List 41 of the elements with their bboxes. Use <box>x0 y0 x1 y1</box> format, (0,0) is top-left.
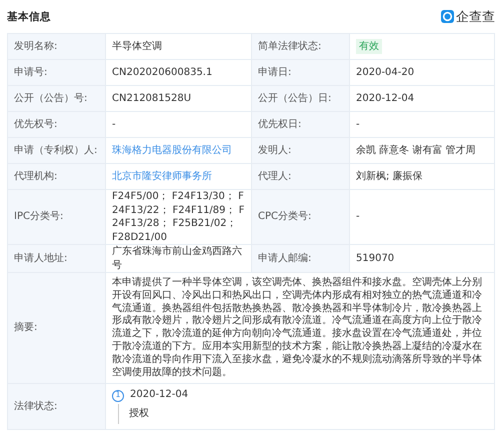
logo-text: 企查查 <box>456 8 495 26</box>
event-date: 2020-12-04 <box>130 389 188 402</box>
status-badge: 有效 <box>356 38 382 54</box>
field-value: F24F5/00； F24F13/30； F24F13/22； F24F11/89； F24F13/28； F25B21/02； F28D21/00 <box>112 190 245 244</box>
step-number: 1 <box>112 390 124 402</box>
field-value: CN212081528U <box>112 92 192 106</box>
field-label: 法律状态: <box>8 384 106 430</box>
field-label: 简单法律状态: <box>252 34 350 60</box>
field-value: 519070 <box>356 252 394 266</box>
field-label: 摘要: <box>8 273 106 384</box>
abstract-text: 本申请提供了一种半导体空调，该空调壳体、换热器组件和接水盘。空调壳体上分别开设有回风口、冷风出口和热风出口，空调壳体内形成有相对独立的热气流通道和冷气流通道。换热器组件包括散热换热器、散冷换热器和半导体制冷片，散冷换热器上形成有散冷翅片，散冷翅片之间形成有散冷流道。冷气流通道在高度方向上位于散冷流道之下，散冷流道的延伸方向朝向冷气流通道。接水盘设置在冷气流通道处，并位于散冷流道的下方。应用本实用新型的技术方案，能让散冷换热器上凝结的冷凝水在散冷流道的导向作用下流入至接水盘，避免冷凝水的不规则流动滴落所导致的半导体空调使用故障的技术问题。 <box>112 277 483 380</box>
field-label: 优先权日: <box>252 112 350 138</box>
field-value: 2020-12-04 <box>356 92 414 106</box>
logo-icon <box>441 10 454 23</box>
field-label: 申请号: <box>8 60 106 86</box>
field-value: - <box>356 210 360 224</box>
field-value: CN202020600835.1 <box>112 66 212 80</box>
field-value: 余凯 薛意冬 谢有富 管才周 <box>356 144 476 158</box>
field-label: 申请（专利权）人: <box>8 138 106 164</box>
field-label: 发明名称: <box>8 34 106 60</box>
field-label: 申请日: <box>252 60 350 86</box>
field-label: 申请人邮编: <box>252 245 350 273</box>
link[interactable]: 珠海格力电器股份有限公司 <box>112 144 232 158</box>
section-title: 基本信息 <box>7 10 51 24</box>
field-label: 发明人: <box>252 138 350 164</box>
event-status: 授权 <box>129 408 149 420</box>
field-label: 公开（公告）号: <box>8 86 106 112</box>
field-value: - <box>112 118 116 132</box>
field-label: CPC分类号: <box>252 190 350 245</box>
field-value: 广东省珠海市前山金鸡西路六号 <box>112 245 243 272</box>
field-label: 代理机构: <box>8 164 106 190</box>
link[interactable]: 北京市隆安律师事务所 <box>112 170 212 184</box>
field-label: 申请人地址: <box>8 245 106 273</box>
field-value: 2020-04-20 <box>356 66 414 80</box>
field-value: 刘新枫; 廉振保 <box>356 170 423 184</box>
field-label: 公开（公告）日: <box>252 86 350 112</box>
field-value: - <box>356 118 360 132</box>
field-label: 代理人: <box>252 164 350 190</box>
field-value: 半导体空调 <box>112 40 162 54</box>
field-label: IPC分类号: <box>8 190 106 245</box>
field-label: 优先权号: <box>8 112 106 138</box>
